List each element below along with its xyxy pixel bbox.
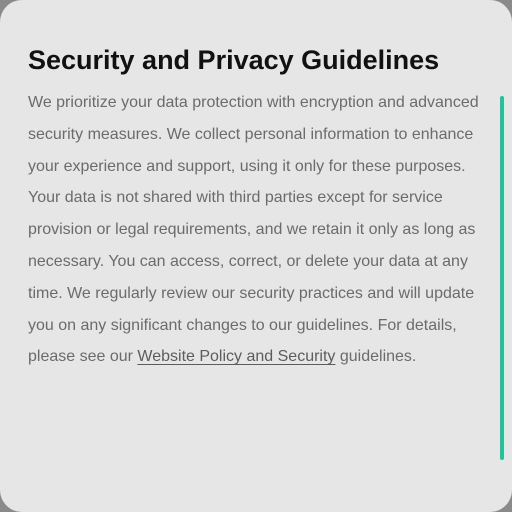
website-policy-link[interactable]: Website Policy and Security: [137, 348, 335, 365]
guidelines-card: Security and Privacy Guidelines We prior…: [0, 0, 512, 512]
scrollbar-thumb[interactable]: [500, 96, 504, 460]
body-suffix: guidelines.: [335, 348, 417, 366]
body-text: We prioritize your data protection with …: [28, 94, 479, 366]
guidelines-body: We prioritize your data protection with …: [28, 87, 480, 373]
page-title: Security and Privacy Guidelines: [28, 45, 440, 75]
scrollbar[interactable]: [500, 96, 504, 460]
